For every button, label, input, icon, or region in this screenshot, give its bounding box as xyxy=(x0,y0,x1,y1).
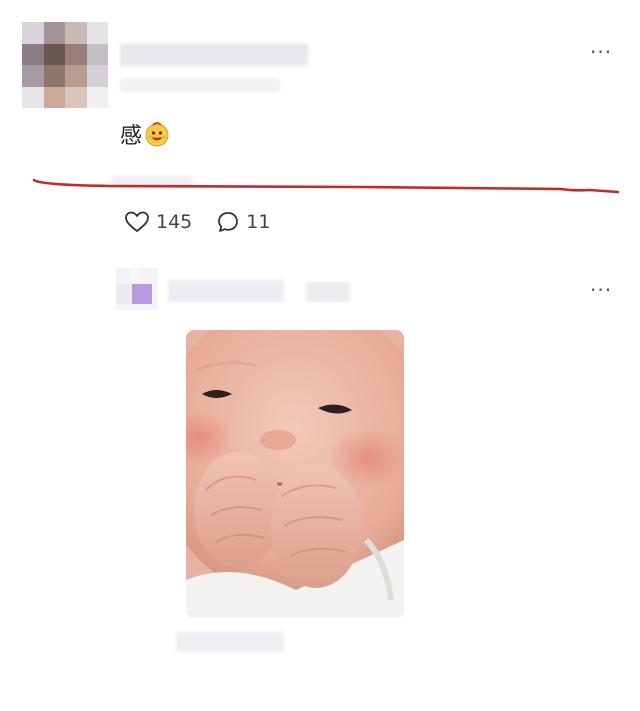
like-count: 145 xyxy=(156,211,193,233)
reply-button[interactable]: 11 xyxy=(216,210,270,234)
more-options-icon[interactable]: ··· xyxy=(590,42,612,62)
redacted-text xyxy=(176,632,284,652)
like-button[interactable]: 145 xyxy=(124,210,192,234)
comment-actions: 145 11 xyxy=(124,210,270,234)
heart-icon xyxy=(125,211,149,232)
more-options-icon[interactable]: ··· xyxy=(590,280,612,300)
comment-text-content: 感 xyxy=(120,124,143,149)
username-redacted[interactable] xyxy=(120,44,308,66)
timestamp-redacted xyxy=(120,78,280,92)
smiling-face-emoji-icon xyxy=(145,122,169,147)
baby-photo xyxy=(186,330,404,618)
username-redacted[interactable] xyxy=(168,280,284,302)
comment-bubble-icon xyxy=(218,212,239,232)
username-redacted-extra xyxy=(306,282,350,302)
avatar[interactable] xyxy=(22,22,108,108)
avatar[interactable] xyxy=(116,268,158,310)
comment-image[interactable] xyxy=(186,330,404,618)
red-underline-annotation xyxy=(32,178,620,194)
reply-count: 11 xyxy=(246,211,271,233)
comment-text: 感 xyxy=(120,118,170,150)
